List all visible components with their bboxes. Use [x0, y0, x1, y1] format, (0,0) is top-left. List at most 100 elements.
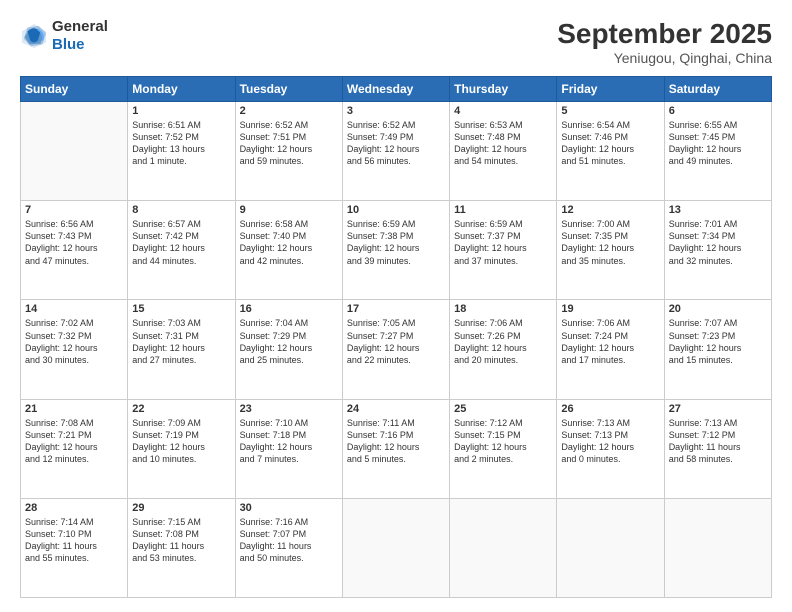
cell-info: Sunrise: 6:57 AMSunset: 7:42 PMDaylight:… [132, 218, 230, 267]
cell-info: Sunrise: 6:56 AMSunset: 7:43 PMDaylight:… [25, 218, 123, 267]
day-number: 27 [669, 403, 767, 415]
cell-info: Sunrise: 7:12 AMSunset: 7:15 PMDaylight:… [454, 417, 552, 466]
col-header-monday: Monday [128, 77, 235, 102]
cell-info: Sunrise: 6:55 AMSunset: 7:45 PMDaylight:… [669, 119, 767, 168]
calendar-cell: 14Sunrise: 7:02 AMSunset: 7:32 PMDayligh… [21, 300, 128, 399]
day-number: 13 [669, 204, 767, 216]
calendar-cell: 12 Sunrise: 7:00 AMSunset: 7:35 PMDayligh… [557, 201, 664, 300]
cell-info: Sunrise: 7:13 AMSunset: 7:12 PMDaylight:… [669, 417, 767, 466]
col-header-friday: Friday [557, 77, 664, 102]
day-number: 23 [240, 403, 338, 415]
cell-info: Sunrise: 7:05 AMSunset: 7:27 PMDaylight:… [347, 317, 445, 366]
day-number: 28 [25, 502, 123, 514]
cell-info: Sunrise: 7:07 AMSunset: 7:23 PMDaylight:… [669, 317, 767, 366]
calendar-cell: 11 Sunrise: 6:59 AMSunset: 7:37 PMDayligh… [450, 201, 557, 300]
cell-info: Sunrise: 7:03 AMSunset: 7:31 PMDaylight:… [132, 317, 230, 366]
cell-info: Sunrise: 7:01 AMSunset: 7:34 PMDaylight:… [669, 218, 767, 267]
calendar-cell: 18 Sunrise: 7:06 AMSunset: 7:26 PMDayligh… [450, 300, 557, 399]
location: Yeniugou, Qinghai, China [557, 50, 772, 66]
calendar-cell: 10 Sunrise: 6:59 AMSunset: 7:38 PMDayligh… [342, 201, 449, 300]
cell-info: Sunrise: 7:16 AMSunset: 7:07 PMDaylight:… [240, 516, 338, 565]
calendar-cell: 3Sunrise: 6:52 AMSunset: 7:49 PMDaylight… [342, 102, 449, 201]
calendar-cell: 4Sunrise: 6:53 AMSunset: 7:48 PMDaylight… [450, 102, 557, 201]
day-number: 11 [454, 204, 552, 216]
day-number: 17 [347, 303, 445, 315]
calendar-cell: 20Sunrise: 7:07 AMSunset: 7:23 PMDayligh… [664, 300, 771, 399]
col-header-wednesday: Wednesday [342, 77, 449, 102]
cell-info: Sunrise: 6:52 AMSunset: 7:49 PMDaylight:… [347, 119, 445, 168]
day-number: 2 [240, 105, 338, 117]
calendar-cell: 5 Sunrise: 6:54 AMSunset: 7:46 PMDaylight… [557, 102, 664, 201]
calendar-cell [450, 498, 557, 597]
header: General Blue September 2025 Yeniugou, Qi… [20, 18, 772, 66]
calendar-cell: 1 Sunrise: 6:51 AMSunset: 7:52 PMDaylight… [128, 102, 235, 201]
cell-info: Sunrise: 7:09 AMSunset: 7:19 PMDaylight:… [132, 417, 230, 466]
col-header-saturday: Saturday [664, 77, 771, 102]
calendar-cell: 19 Sunrise: 7:06 AMSunset: 7:24 PMDayligh… [557, 300, 664, 399]
cell-info: Sunrise: 7:11 AMSunset: 7:16 PMDaylight:… [347, 417, 445, 466]
cell-info: Sunrise: 7:10 AMSunset: 7:18 PMDaylight:… [240, 417, 338, 466]
day-number: 5 [561, 105, 659, 117]
cell-info: Sunrise: 7:00 AMSunset: 7:35 PMDaylight:… [561, 218, 659, 267]
day-number: 9 [240, 204, 338, 216]
calendar-cell [557, 498, 664, 597]
calendar-cell: 17 Sunrise: 7:05 AMSunset: 7:27 PMDayligh… [342, 300, 449, 399]
day-number: 24 [347, 403, 445, 415]
logo-text: General Blue [52, 18, 108, 54]
calendar-cell: 13 Sunrise: 7:01 AMSunset: 7:34 PMDayligh… [664, 201, 771, 300]
day-number: 25 [454, 403, 552, 415]
cell-info: Sunrise: 6:54 AMSunset: 7:46 PMDaylight:… [561, 119, 659, 168]
day-number: 8 [132, 204, 230, 216]
day-number: 1 [132, 105, 230, 117]
calendar-cell: 30 Sunrise: 7:16 AMSunset: 7:07 PMDayligh… [235, 498, 342, 597]
cell-info: Sunrise: 7:13 AMSunset: 7:13 PMDaylight:… [561, 417, 659, 466]
cell-info: Sunrise: 6:59 AMSunset: 7:37 PMDaylight:… [454, 218, 552, 267]
day-number: 7 [25, 204, 123, 216]
day-number: 21 [25, 403, 123, 415]
cell-info: Sunrise: 6:59 AMSunset: 7:38 PMDaylight:… [347, 218, 445, 267]
col-header-sunday: Sunday [21, 77, 128, 102]
cell-info: Sunrise: 7:04 AMSunset: 7:29 PMDaylight:… [240, 317, 338, 366]
col-header-thursday: Thursday [450, 77, 557, 102]
calendar-cell: 22 Sunrise: 7:09 AMSunset: 7:19 PMDayligh… [128, 399, 235, 498]
month-title: September 2025 [557, 18, 772, 50]
day-number: 6 [669, 105, 767, 117]
day-number: 29 [132, 502, 230, 514]
day-number: 14 [25, 303, 123, 315]
calendar-cell: 8 Sunrise: 6:57 AMSunset: 7:42 PMDaylight… [128, 201, 235, 300]
day-number: 12 [561, 204, 659, 216]
logo: General Blue [20, 18, 108, 54]
page: General Blue September 2025 Yeniugou, Qi… [0, 0, 792, 612]
day-number: 22 [132, 403, 230, 415]
cell-info: Sunrise: 6:51 AMSunset: 7:52 PMDaylight:… [132, 119, 230, 168]
calendar-cell: 27 Sunrise: 7:13 AMSunset: 7:12 PMDayligh… [664, 399, 771, 498]
calendar-table: SundayMondayTuesdayWednesdayThursdayFrid… [20, 76, 772, 598]
cell-info: Sunrise: 7:08 AMSunset: 7:21 PMDaylight:… [25, 417, 123, 466]
col-header-tuesday: Tuesday [235, 77, 342, 102]
day-number: 26 [561, 403, 659, 415]
day-number: 18 [454, 303, 552, 315]
calendar-cell: 15 Sunrise: 7:03 AMSunset: 7:31 PMDayligh… [128, 300, 235, 399]
calendar-cell: 26 Sunrise: 7:13 AMSunset: 7:13 PMDayligh… [557, 399, 664, 498]
title-block: September 2025 Yeniugou, Qinghai, China [557, 18, 772, 66]
calendar-cell: 21 Sunrise: 7:08 AMSunset: 7:21 PMDayligh… [21, 399, 128, 498]
day-number: 30 [240, 502, 338, 514]
cell-info: Sunrise: 7:06 AMSunset: 7:26 PMDaylight:… [454, 317, 552, 366]
calendar-cell: 6 Sunrise: 6:55 AMSunset: 7:45 PMDaylight… [664, 102, 771, 201]
calendar-cell: 2 Sunrise: 6:52 AMSunset: 7:51 PMDaylight… [235, 102, 342, 201]
day-number: 19 [561, 303, 659, 315]
day-number: 16 [240, 303, 338, 315]
day-number: 10 [347, 204, 445, 216]
cell-info: Sunrise: 7:15 AMSunset: 7:08 PMDaylight:… [132, 516, 230, 565]
calendar-cell: 7 Sunrise: 6:56 AMSunset: 7:43 PMDaylight… [21, 201, 128, 300]
calendar-cell: 16 Sunrise: 7:04 AMSunset: 7:29 PMDayligh… [235, 300, 342, 399]
day-number: 15 [132, 303, 230, 315]
cell-info: Sunrise: 6:52 AMSunset: 7:51 PMDaylight:… [240, 119, 338, 168]
calendar-cell: 23 Sunrise: 7:10 AMSunset: 7:18 PMDayligh… [235, 399, 342, 498]
calendar-cell: 25 Sunrise: 7:12 AMSunset: 7:15 PMDayligh… [450, 399, 557, 498]
calendar-cell: 29 Sunrise: 7:15 AMSunset: 7:08 PMDayligh… [128, 498, 235, 597]
logo-icon [20, 22, 48, 50]
calendar-cell [664, 498, 771, 597]
cell-info: Sunrise: 6:58 AMSunset: 7:40 PMDaylight:… [240, 218, 338, 267]
cell-info: Sunrise: 7:06 AMSunset: 7:24 PMDaylight:… [561, 317, 659, 366]
